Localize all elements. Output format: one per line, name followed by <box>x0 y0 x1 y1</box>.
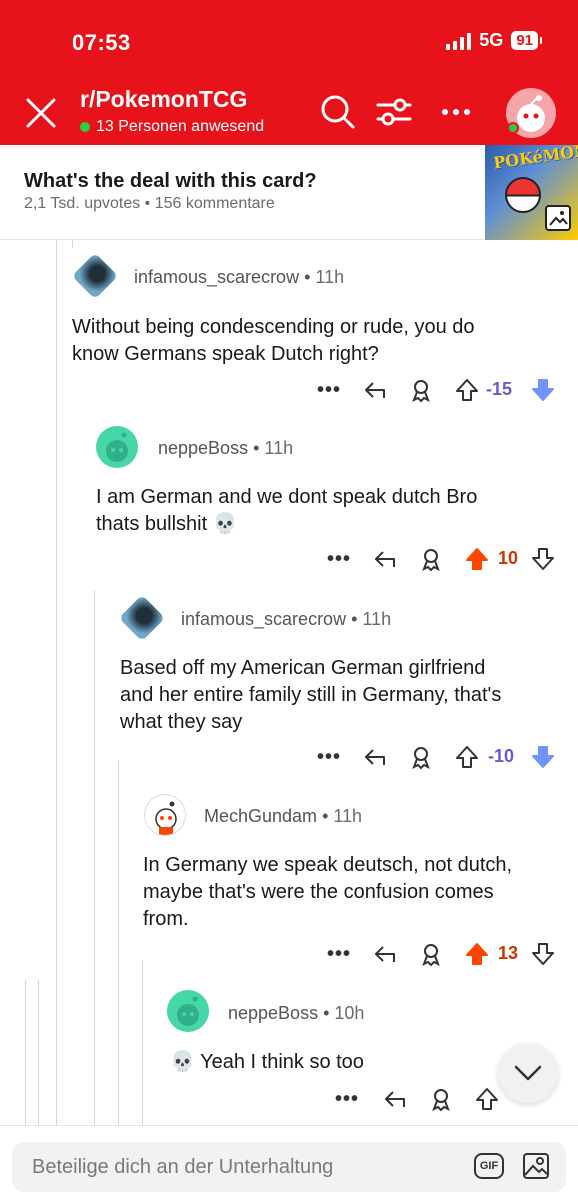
more-options-icon[interactable]: ••• <box>316 377 342 403</box>
thumbnail-logo: POKéMON <box>492 145 578 173</box>
status-indicators: 5G 91 <box>446 30 542 51</box>
more-options-icon[interactable]: ••• <box>316 744 342 770</box>
comment-body: Based off my American German girlfriend a… <box>120 657 502 733</box>
comment-body: Without being condescending or rude, you… <box>72 316 475 365</box>
comment-body: I am German and we dont speak dutch Bro t… <box>96 486 478 535</box>
comment-body: In Germany we speak deutsch, not dutch, m… <box>143 854 513 930</box>
upvote-icon[interactable] <box>464 546 490 572</box>
upvote-icon[interactable] <box>464 941 490 967</box>
thread-line[interactable] <box>94 590 95 1125</box>
filter-icon[interactable] <box>374 92 414 132</box>
online-count-label: 13 Personen anwesend <box>96 118 265 135</box>
online-count: 13 Personen anwesend <box>80 118 264 136</box>
upvote-icon[interactable] <box>454 377 480 403</box>
comment-author[interactable]: neppeBoss • 11h <box>158 438 293 459</box>
comment-author[interactable]: MechGundam • 11h <box>204 806 362 827</box>
battery-icon: 91 <box>511 31 542 50</box>
reply-icon[interactable] <box>372 941 398 967</box>
app-header: 07:53 5G 91 r/PokemonTCG 13 Personen anw… <box>0 0 578 145</box>
online-dot-icon <box>80 122 90 132</box>
comment-author[interactable]: neppeBoss • 10h <box>228 1003 364 1024</box>
avatar[interactable] <box>167 990 209 1032</box>
avatar[interactable] <box>71 252 119 300</box>
award-icon[interactable] <box>408 377 434 403</box>
avatar[interactable] <box>118 594 166 642</box>
downvote-icon[interactable] <box>530 546 556 572</box>
reply-icon[interactable] <box>382 1086 408 1112</box>
upvote-icon[interactable] <box>454 744 480 770</box>
comment-actions: ••• 10 <box>320 546 570 576</box>
award-icon[interactable] <box>408 744 434 770</box>
vote-score: -10 <box>488 746 515 766</box>
avatar[interactable] <box>144 794 186 836</box>
more-options-icon[interactable]: ••• <box>334 1086 360 1112</box>
comment-author[interactable]: infamous_scarecrow • 11h <box>134 267 344 288</box>
more-options-icon[interactable]: ••• <box>326 941 352 967</box>
downvote-icon[interactable] <box>530 377 556 403</box>
comment-input-placeholder[interactable]: Beteilige dich an der Unterhaltung <box>32 1156 333 1179</box>
thread-line[interactable] <box>72 240 73 248</box>
vote-score: 13 <box>498 943 519 963</box>
thread-line[interactable] <box>56 240 57 1125</box>
thread-line[interactable] <box>142 960 143 1125</box>
comment-author[interactable]: infamous_scarecrow • 11h <box>181 609 391 630</box>
post-title[interactable]: What's the deal with this card? <box>24 170 317 193</box>
pokeball-icon <box>505 177 541 213</box>
thread-line[interactable] <box>25 980 26 1125</box>
post-thumbnail[interactable]: POKéMON <box>485 145 578 240</box>
post-meta: 2,1 Tsd. upvotes • 156 kommentare <box>24 195 275 212</box>
comment-actions: ••• 13 <box>320 941 570 971</box>
award-icon[interactable] <box>418 941 444 967</box>
search-icon[interactable] <box>318 92 358 132</box>
close-icon[interactable] <box>22 94 60 132</box>
downvote-icon[interactable] <box>530 941 556 967</box>
upvote-icon[interactable] <box>474 1086 500 1112</box>
more-options-icon[interactable] <box>436 92 476 132</box>
thread-line[interactable] <box>118 760 119 1125</box>
reply-icon[interactable] <box>372 546 398 572</box>
thread-line[interactable] <box>38 980 39 1125</box>
avatar[interactable] <box>96 426 138 468</box>
signal-icon <box>446 32 472 50</box>
reply-icon[interactable] <box>362 377 388 403</box>
online-status-dot <box>507 122 519 134</box>
comment-actions: ••• -15 <box>310 377 560 407</box>
subreddit-name[interactable]: r/PokemonTCG <box>80 86 247 113</box>
award-icon[interactable] <box>418 546 444 572</box>
scroll-down-button[interactable] <box>498 1043 558 1103</box>
more-options-icon[interactable]: ••• <box>326 546 352 572</box>
image-icon <box>545 205 571 231</box>
vote-score: 10 <box>498 548 519 568</box>
reply-icon[interactable] <box>362 744 388 770</box>
network-label: 5G <box>479 30 504 50</box>
gif-button[interactable]: GIF <box>474 1153 504 1179</box>
comment-body: 💀 Yeah I think so too <box>170 1051 364 1073</box>
downvote-icon[interactable] <box>530 744 556 770</box>
comment-actions: ••• -10 <box>310 744 560 774</box>
chevron-down-icon <box>514 1065 542 1081</box>
image-upload-icon[interactable] <box>522 1152 550 1180</box>
vote-score: -15 <box>486 379 513 399</box>
award-icon[interactable] <box>428 1086 454 1112</box>
status-time: 07:53 <box>72 30 131 55</box>
